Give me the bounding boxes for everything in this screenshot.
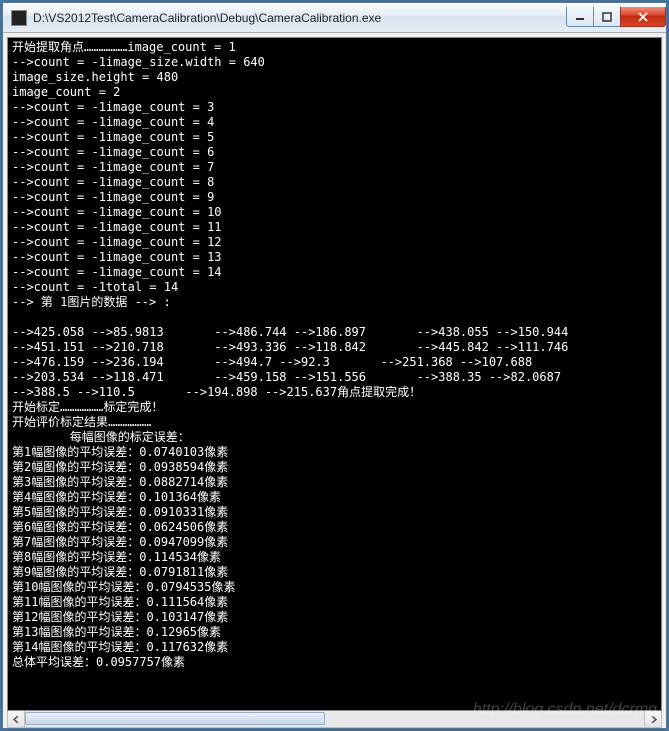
scroll-right-button[interactable] <box>644 711 661 727</box>
scroll-left-button[interactable] <box>8 711 25 727</box>
minimize-button[interactable] <box>566 7 594 27</box>
title-bar[interactable]: D:\VS2012Test\CameraCalibration\Debug\Ca… <box>3 3 666 33</box>
scrollbar-thumb[interactable] <box>25 712 325 725</box>
app-window: D:\VS2012Test\CameraCalibration\Debug\Ca… <box>2 2 667 729</box>
client-area: 开始提取角点………………image_count = 1 -->count = -… <box>3 33 666 728</box>
maximize-icon <box>602 12 612 22</box>
chevron-left-icon <box>13 716 20 723</box>
scrollbar-track[interactable] <box>25 711 644 727</box>
close-icon <box>638 12 648 22</box>
horizontal-scrollbar[interactable] <box>7 711 662 728</box>
app-icon <box>11 10 27 26</box>
window-controls <box>567 7 666 27</box>
chevron-right-icon <box>650 716 657 723</box>
maximize-button[interactable] <box>593 7 621 27</box>
minimize-icon <box>575 12 585 22</box>
close-button[interactable] <box>620 7 666 27</box>
console-output[interactable]: 开始提取角点………………image_count = 1 -->count = -… <box>7 37 662 711</box>
window-title: D:\VS2012Test\CameraCalibration\Debug\Ca… <box>33 11 567 25</box>
